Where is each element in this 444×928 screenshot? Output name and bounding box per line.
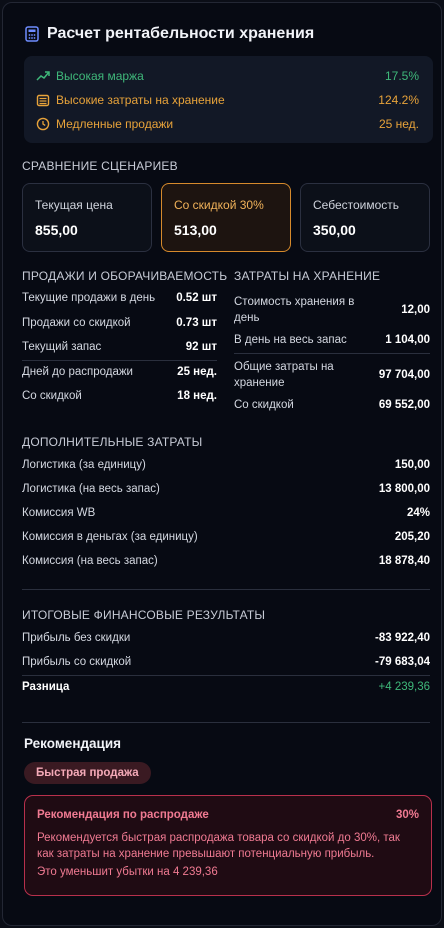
recommendation-badge: Быстрая продажа <box>24 762 151 784</box>
results-value: -83 922,40 <box>375 632 430 644</box>
storage-row: Общие затраты на хранение 97 704,00 <box>234 359 430 391</box>
scenario-value: 855,00 <box>35 222 78 238</box>
sales-label: Текущий запас <box>22 341 102 353</box>
storage-label: Стоимость хранения в день <box>234 296 355 324</box>
storage-label: Со скидкой <box>234 399 294 411</box>
alert-high-margin: Высокая маржа 17.5% <box>36 67 419 85</box>
results-row: Прибыль без скидки -83 922,40 <box>22 632 430 644</box>
extra-row: Комиссия WB 24% <box>22 507 430 519</box>
scenario-current-price[interactable]: Текущая цена 855,00 <box>22 183 152 252</box>
sales-value: 25 нед. <box>177 366 217 378</box>
extra-value: 24% <box>406 507 430 519</box>
alert-label: Высокая маржа <box>56 69 144 83</box>
results-divider <box>22 675 430 676</box>
page-title: Расчет рентабельности хранения <box>47 25 315 42</box>
alert-value: 25 нед. <box>378 117 419 131</box>
sales-row: Со скидкой 18 нед. <box>22 390 217 402</box>
extra-label: Логистика (на весь запас) <box>22 483 160 495</box>
scenarios-title: СРАВНЕНИЕ СЦЕНАРИЕВ <box>22 159 178 173</box>
recommendation-box-text: Рекомендуется быстрая распродажа товара … <box>37 832 400 860</box>
calculator-icon <box>25 26 39 42</box>
storage-label: Общие затраты на хранение <box>234 361 334 389</box>
calculator-panel: Расчет рентабельности хранения Высокая м… <box>2 2 442 926</box>
sales-row: Текущий запас 92 шт <box>22 341 217 353</box>
results-label: Разница <box>22 681 70 693</box>
alert-label: Высокие затраты на хранение <box>56 93 225 107</box>
sales-value: 18 нед. <box>177 390 217 402</box>
results-label: Прибыль со скидкой <box>22 656 132 668</box>
extra-row: Комиссия в деньгах (за единицу) 205,20 <box>22 531 430 543</box>
storage-value: 1 104,00 <box>385 334 430 346</box>
recommendation-box-header: Рекомендация по распродаже 30% <box>37 809 419 821</box>
extra-value: 13 800,00 <box>378 483 430 495</box>
sales-divider <box>22 360 217 361</box>
section-divider <box>22 589 430 590</box>
clock-icon <box>36 117 50 131</box>
recommendation-title: Рекомендация <box>24 736 122 751</box>
scenario-label: Себестоимость <box>313 198 400 212</box>
extra-label: Комиссия (на весь запас) <box>22 555 158 567</box>
results-title: ИТОГОВЫЕ ФИНАНСОВЫЕ РЕЗУЛЬТАТЫ <box>22 608 266 622</box>
extra-row: Комиссия (на весь запас) 18 878,40 <box>22 555 430 567</box>
extra-row: Логистика (за единицу) 150,00 <box>22 459 430 471</box>
sales-title: ПРОДАЖИ И ОБОРАЧИВАЕМОСТЬ <box>22 269 228 283</box>
results-value: +4 239,36 <box>378 681 430 693</box>
storage-divider <box>234 353 430 354</box>
sales-row: Текущие продажи в день 0.52 шт <box>22 292 217 304</box>
trending-up-icon <box>36 70 50 82</box>
sales-label: Текущие продажи в день <box>22 292 156 304</box>
scenario-discount[interactable]: Со скидкой 30% 513,00 <box>161 183 291 252</box>
results-row: Прибыль со скидкой -79 683,04 <box>22 656 430 668</box>
extra-row: Логистика (на весь запас) 13 800,00 <box>22 483 430 495</box>
scenario-value: 513,00 <box>174 222 217 238</box>
storage-title: ЗАТРАТЫ НА ХРАНЕНИЕ <box>234 269 381 283</box>
sales-value: 0.73 шт <box>176 317 217 329</box>
recommendation-box-title: Рекомендация по распродаже <box>37 809 209 821</box>
sales-label: Дней до распродажи <box>22 366 133 378</box>
results-label: Прибыль без скидки <box>22 632 131 644</box>
alert-value: 124.2% <box>378 93 419 107</box>
sales-row: Продажи со скидкой 0.73 шт <box>22 317 217 329</box>
section-divider <box>22 722 430 723</box>
scenario-label: Текущая цена <box>35 198 113 212</box>
sales-row: Дней до распродажи 25 нед. <box>22 366 217 378</box>
sales-value: 0.52 шт <box>176 292 217 304</box>
results-row-difference: Разница +4 239,36 <box>22 681 430 693</box>
results-value: -79 683,04 <box>375 656 430 668</box>
recommendation-box-percent: 30% <box>395 809 419 821</box>
alert-value: 17.5% <box>384 69 419 83</box>
storage-label: В день на весь запас <box>234 334 347 346</box>
storage-value: 97 704,00 <box>378 369 430 381</box>
panel-header: Расчет рентабельности хранения <box>25 25 314 43</box>
scenario-cost[interactable]: Себестоимость 350,00 <box>300 183 430 252</box>
recommendation-box: Рекомендация по распродаже 30% Рекоменду… <box>24 795 432 896</box>
extra-title: ДОПОЛНИТЕЛЬНЫЕ ЗАТРАТЫ <box>22 435 203 449</box>
warehouse-icon <box>36 94 50 107</box>
sales-label: Продажи со скидкой <box>22 317 131 329</box>
extra-value: 18 878,40 <box>378 555 430 567</box>
sales-label: Со скидкой <box>22 390 82 402</box>
alert-label: Медленные продажи <box>56 117 174 131</box>
storage-row: В день на весь запас 1 104,00 <box>234 334 430 346</box>
scenario-label: Со скидкой 30% <box>174 198 264 212</box>
extra-label: Комиссия WB <box>22 507 96 519</box>
storage-value: 12,00 <box>401 304 430 316</box>
sales-value: 92 шт <box>185 341 217 353</box>
extra-label: Комиссия в деньгах (за единицу) <box>22 531 198 543</box>
storage-value: 69 552,00 <box>378 399 430 411</box>
storage-row: Стоимость хранения в день 12,00 <box>234 294 430 326</box>
alert-high-storage: Высокие затраты на хранение 124.2% <box>36 91 419 109</box>
recommendation-box-footer: Это уменьшит убытки на 4 239,36 <box>37 866 218 878</box>
extra-value: 150,00 <box>394 459 430 471</box>
extra-value: 205,20 <box>394 531 430 543</box>
storage-row: Со скидкой 69 552,00 <box>234 399 430 411</box>
extra-label: Логистика (за единицу) <box>22 459 146 471</box>
alert-slow-sales: Медленные продажи 25 нед. <box>36 115 419 133</box>
alerts-box: Высокая маржа 17.5% Высокие затраты на х… <box>24 56 433 143</box>
scenario-value: 350,00 <box>313 222 356 238</box>
